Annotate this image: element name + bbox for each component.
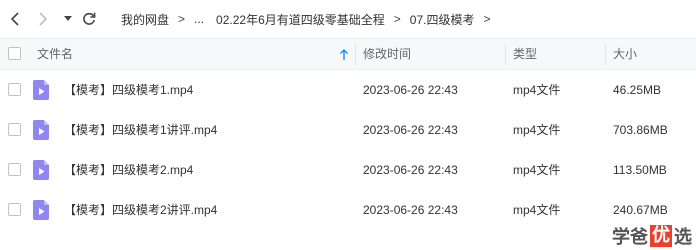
column-divider (505, 43, 506, 65)
file-modified-time: 2023-06-26 22:43 (363, 123, 458, 137)
table-row[interactable]: 【模考】四级模考2讲评.mp4 2023-06-26 22:43 mp4文件 2… (0, 190, 696, 230)
file-name[interactable]: 【模考】四级模考1讲评.mp4 (64, 110, 217, 150)
select-all-checkbox[interactable] (8, 47, 21, 60)
breadcrumb: 我的网盘 > ... 02.22年6月有道四级零基础全程 > 07.四级模考 > (121, 11, 499, 27)
chevron-left-icon[interactable] (6, 10, 24, 28)
file-size: 113.50MB (613, 163, 667, 177)
file-size: 703.86MB (613, 123, 668, 137)
table-row[interactable]: 【模考】四级模考1.mp4 2023-06-26 22:43 mp4文件 46.… (0, 70, 696, 110)
file-type: mp4文件 (513, 123, 561, 137)
file-name[interactable]: 【模考】四级模考1.mp4 (64, 70, 193, 110)
table-row[interactable]: 【模考】四级模考2.mp4 2023-06-26 22:43 mp4文件 113… (0, 150, 696, 190)
breadcrumb-course-folder[interactable]: 02.22年6月有道四级零基础全程 (216, 11, 385, 28)
file-name[interactable]: 【模考】四级模考2.mp4 (64, 150, 193, 190)
table-header: 文件名 修改时间 类型 大小 (0, 38, 696, 70)
file-modified-time: 2023-06-26 22:43 (363, 203, 458, 217)
video-file-icon (33, 200, 49, 220)
watermark-text-post: 选 (674, 227, 692, 248)
video-file-icon (33, 80, 49, 100)
row-checkbox[interactable] (8, 123, 21, 136)
file-name[interactable]: 【模考】四级模考2讲评.mp4 (64, 190, 217, 230)
file-type: mp4文件 (513, 163, 561, 177)
table-row[interactable]: 【模考】四级模考1讲评.mp4 2023-06-26 22:43 mp4文件 7… (0, 110, 696, 150)
watermark-logo: 学爸 优 选 (612, 224, 692, 248)
file-type: mp4文件 (513, 83, 561, 97)
column-header-size[interactable]: 大小 (613, 39, 637, 69)
breadcrumb-my-disk[interactable]: 我的网盘 (121, 11, 169, 28)
file-type: mp4文件 (513, 203, 561, 217)
row-checkbox[interactable] (8, 83, 21, 96)
column-header-name[interactable]: 文件名 (37, 39, 73, 69)
video-file-icon (33, 120, 49, 140)
navigation-bar: 我的网盘 > ... 02.22年6月有道四级零基础全程 > 07.四级模考 > (0, 0, 696, 38)
column-divider (605, 43, 606, 65)
watermark-text-pre: 学爸 (612, 227, 648, 248)
row-checkbox[interactable] (8, 163, 21, 176)
breadcrumb-separator: > (483, 12, 491, 26)
file-size: 46.25MB (613, 83, 662, 97)
breadcrumb-current-folder[interactable]: 07.四级模考 (410, 11, 475, 28)
sort-arrow-up-icon[interactable] (339, 48, 349, 60)
file-modified-time: 2023-06-26 22:43 (363, 163, 458, 177)
breadcrumb-separator: > (178, 12, 186, 26)
breadcrumb-separator: > (393, 12, 401, 26)
refresh-icon[interactable] (80, 10, 98, 28)
video-file-icon (33, 160, 49, 180)
row-checkbox[interactable] (8, 203, 21, 216)
file-modified-time: 2023-06-26 22:43 (363, 83, 458, 97)
column-header-time[interactable]: 修改时间 (363, 39, 411, 69)
column-header-type[interactable]: 类型 (513, 39, 537, 69)
column-divider (355, 43, 356, 65)
chevron-right-icon[interactable] (34, 10, 52, 28)
watermark-text-highlight: 优 (650, 225, 672, 247)
caret-down-icon[interactable] (62, 10, 74, 28)
breadcrumb-ellipsis[interactable]: ... (194, 12, 204, 26)
